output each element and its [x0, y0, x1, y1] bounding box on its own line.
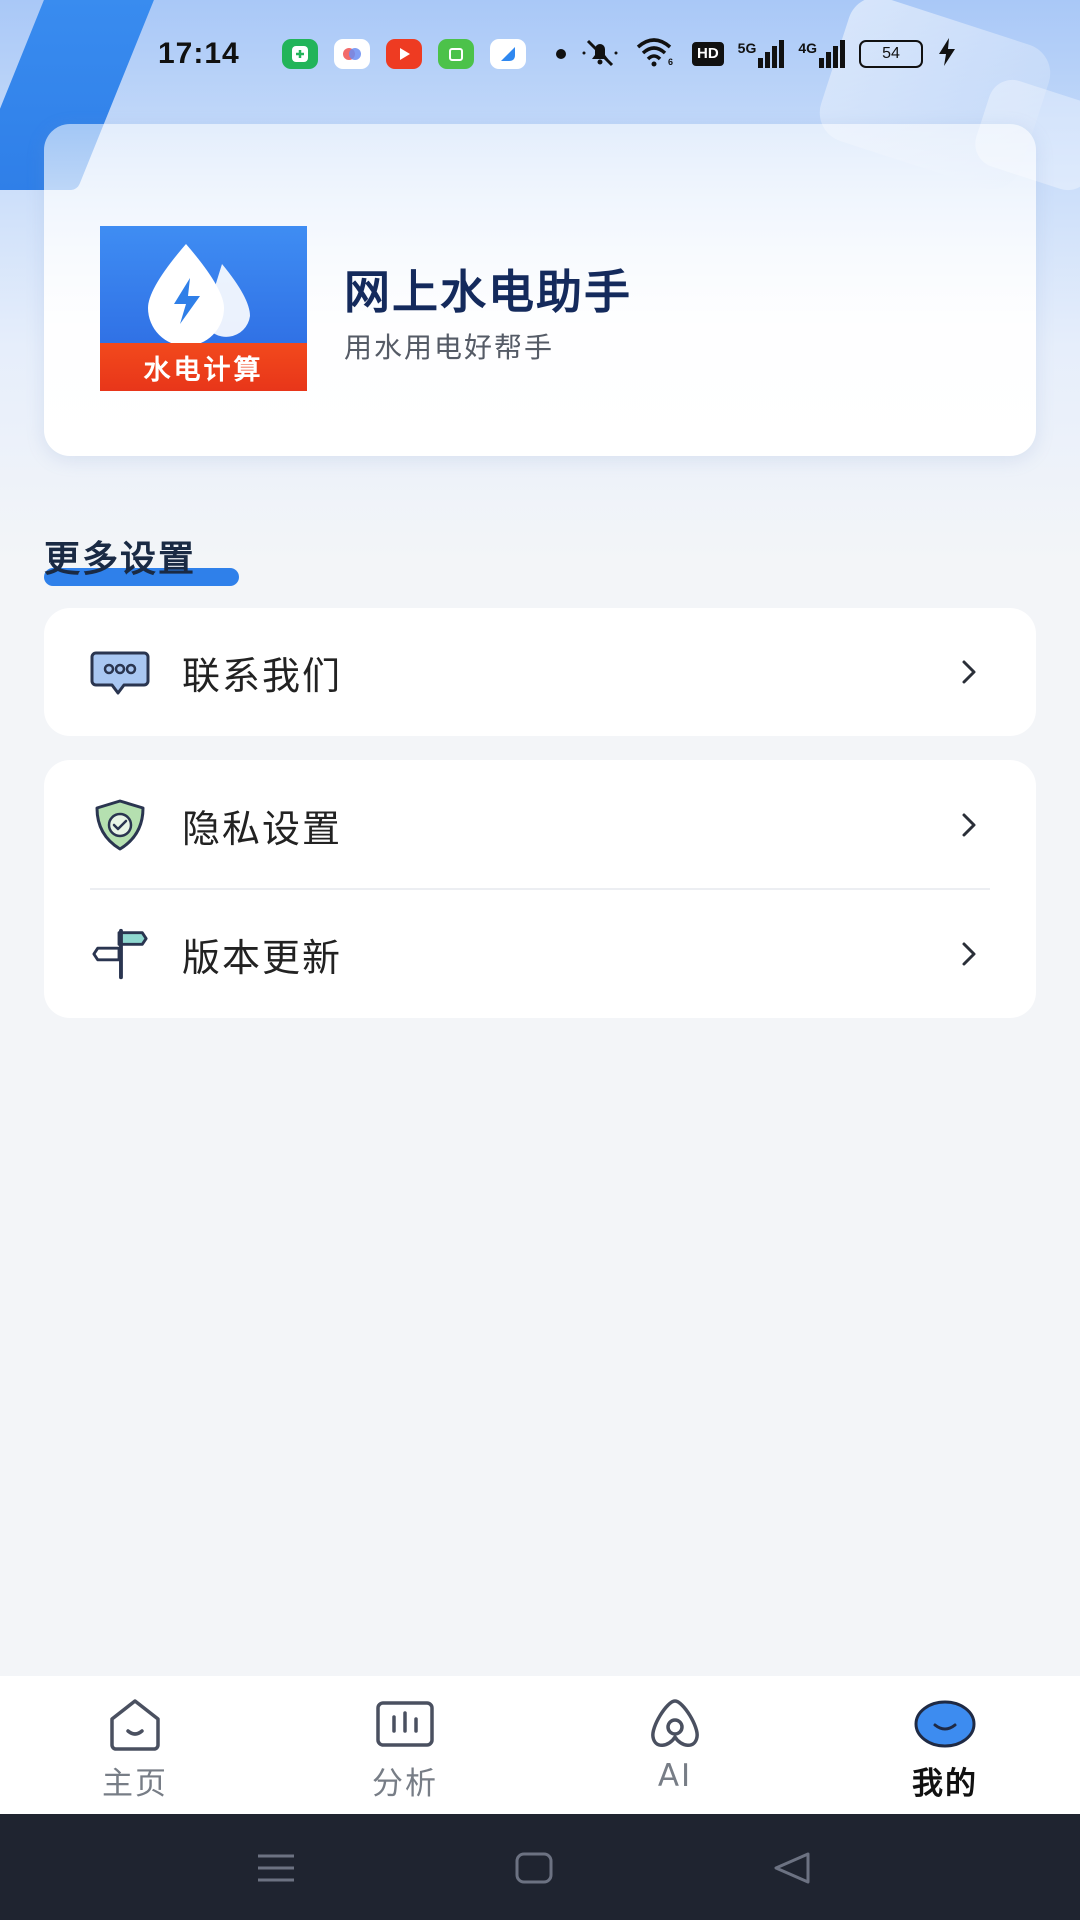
net-5g-label: 5G: [737, 40, 757, 56]
profile-icon: [913, 1696, 977, 1752]
notification-app-icon: [490, 39, 526, 69]
app-name: 网上水电助手: [344, 265, 632, 319]
menu-item-contact-us[interactable]: 联系我们: [44, 608, 1036, 736]
section-header: 更多设置: [44, 530, 239, 586]
menu-item-version-update[interactable]: 版本更新: [44, 890, 1036, 1018]
system-navigation-bar: [0, 1814, 1080, 1920]
water-drop-logo-icon: [148, 244, 250, 346]
section-title: 更多设置: [44, 539, 197, 580]
wifi-icon: 6: [634, 37, 678, 72]
notification-dot-icon: [556, 49, 566, 59]
signal-4g-icon: 4G: [798, 40, 846, 68]
home-nav-icon[interactable]: [512, 1846, 556, 1890]
logo-text: 水电计算: [100, 343, 307, 391]
hd-badge: HD: [692, 42, 724, 66]
tab-home[interactable]: 主页: [0, 1676, 270, 1814]
notification-app-icon: [438, 39, 474, 69]
tab-label-analysis: 分析: [372, 1766, 438, 1802]
chevron-right-icon: [954, 657, 984, 687]
ai-icon: [643, 1696, 707, 1752]
menu-label-contact-us: 联系我们: [182, 653, 343, 698]
back-nav-icon[interactable]: [770, 1846, 814, 1890]
tab-analysis[interactable]: 分析: [270, 1676, 540, 1814]
charging-icon: [937, 37, 957, 71]
menu-label-privacy-settings: 隐私设置: [182, 806, 343, 851]
status-indicators: 6 HD 5G 4G 54: [556, 37, 957, 72]
contact-card: 联系我们: [44, 608, 1036, 736]
chart-icon: [373, 1696, 437, 1752]
net-4g-label: 4G: [798, 40, 818, 56]
video-app-icon: [386, 39, 422, 69]
chat-bubble-icon: [90, 642, 150, 702]
status-bar: 17:14 6 HD 5G 4G 54: [0, 28, 1080, 80]
tab-label-ai: AI: [657, 1758, 693, 1794]
chevron-right-icon: [954, 939, 984, 969]
tab-profile[interactable]: 我的: [810, 1676, 1080, 1814]
app-logo: 水电计算: [100, 226, 307, 391]
menu-item-privacy-settings[interactable]: 隐私设置: [44, 760, 1036, 890]
notification-app-icon: [334, 39, 370, 69]
battery-icon: 54: [859, 40, 924, 68]
status-time: 17:14: [158, 37, 240, 70]
shield-check-icon: [90, 795, 150, 855]
tab-ai[interactable]: AI: [540, 1676, 810, 1814]
settings-card: 隐私设置 版本更新: [44, 760, 1036, 1018]
app-slogan: 用水用电好帮手: [344, 331, 555, 364]
app-screen: 17:14 6 HD 5G 4G 54 水电计算 网上水电助手 用水用电好帮手 …: [0, 0, 1080, 1920]
notification-icons: [282, 39, 526, 69]
svg-text:6: 6: [668, 57, 673, 67]
tab-label-profile: 我的: [912, 1766, 978, 1802]
chevron-right-icon: [954, 810, 984, 840]
menu-label-version-update: 版本更新: [182, 935, 343, 980]
home-icon: [103, 1696, 167, 1752]
bottom-tab-bar: 主页 分析 AI 我的: [0, 1676, 1080, 1814]
signal-5g-icon: 5G: [738, 40, 785, 68]
signpost-icon: [90, 924, 150, 984]
mute-bell-icon: [580, 37, 620, 72]
tab-label-home: 主页: [102, 1766, 168, 1802]
notification-app-icon: [282, 39, 318, 69]
menu-nav-icon[interactable]: [254, 1846, 298, 1890]
